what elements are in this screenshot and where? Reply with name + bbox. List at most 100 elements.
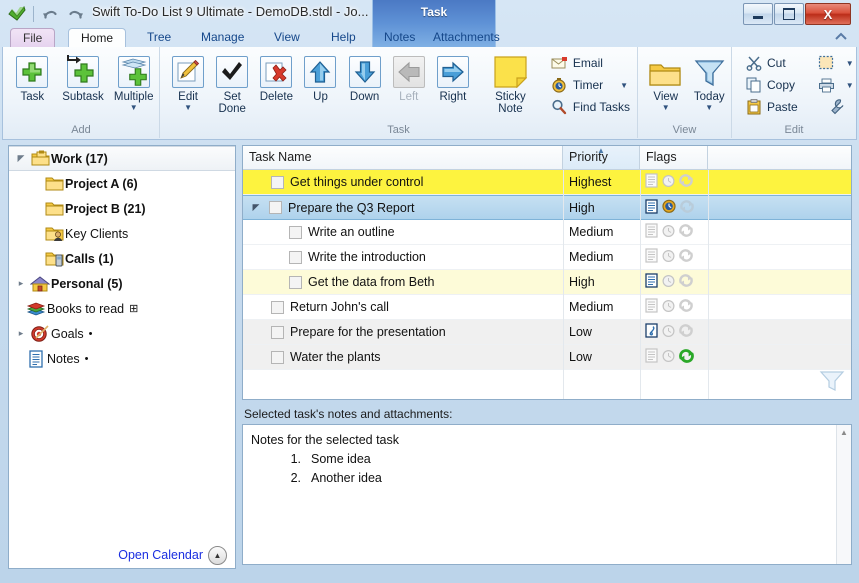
task-checkbox[interactable] [271, 300, 284, 314]
expander-expanded-icon[interactable]: ◤ [13, 153, 29, 164]
paste-button[interactable]: Paste [742, 97, 801, 117]
table-row[interactable]: Get the data from Beth High [243, 270, 851, 295]
table-row[interactable]: Prepare for the presentation Low [243, 320, 851, 345]
recurrence-flag-icon[interactable] [678, 223, 694, 241]
task-name-cell[interactable]: Water the plants [243, 345, 563, 369]
table-row[interactable]: Water the plants Low [243, 345, 851, 370]
note-flag-icon[interactable] [644, 173, 659, 191]
chevron-down-icon[interactable]: ▼ [705, 104, 713, 112]
recurrence-flag-icon[interactable] [678, 273, 694, 291]
today-button[interactable]: Today ▼ [688, 50, 732, 112]
delete-button[interactable]: Delete [254, 50, 298, 103]
open-calendar-link[interactable]: Open Calendar [118, 548, 203, 562]
attachment-flag-icon[interactable] [644, 323, 659, 341]
note-flag-icon[interactable] [644, 273, 659, 291]
recurrence-flag-icon[interactable] [678, 348, 695, 367]
find-tasks-button[interactable]: Find Tasks [548, 97, 633, 117]
tab-home[interactable]: Home [68, 28, 127, 49]
alarm-flag-icon[interactable] [661, 173, 676, 191]
table-row[interactable]: Write the introduction Medium [243, 245, 851, 270]
note-flag-icon[interactable] [644, 298, 659, 316]
column-header-priority[interactable]: ▲ Priority [563, 146, 640, 169]
undo-icon[interactable] [39, 4, 61, 25]
recurrence-flag-icon[interactable] [679, 199, 695, 217]
note-flag-icon[interactable] [644, 198, 659, 217]
note-flag-icon[interactable] [644, 223, 659, 241]
close-button[interactable]: X [805, 3, 851, 25]
alarm-flag-icon[interactable] [661, 323, 676, 341]
table-row[interactable]: Return John's call Medium [243, 295, 851, 320]
tree-item-goals[interactable]: ▸ Goals • [9, 321, 235, 346]
open-calendar-control[interactable]: Open Calendar ▲ [118, 545, 227, 565]
sticky-note-button[interactable]: Sticky Note [485, 50, 536, 115]
chevron-down-icon[interactable]: ▼ [620, 81, 628, 90]
tree-item-calls[interactable]: Calls (1) [9, 246, 235, 271]
task-name-cell[interactable]: Write the introduction [243, 245, 563, 269]
timer-button[interactable]: Timer ▼ [548, 75, 633, 95]
view-button[interactable]: View ▼ [644, 50, 688, 112]
note-flag-icon[interactable] [644, 248, 659, 266]
tab-help[interactable]: Help [319, 28, 368, 47]
task-checkbox[interactable] [269, 201, 282, 214]
copy-button[interactable]: Copy [742, 75, 801, 95]
chevron-down-icon[interactable]: ▼ [846, 81, 854, 90]
chevron-down-icon[interactable]: ▼ [662, 104, 670, 112]
task-checkbox[interactable] [289, 275, 302, 289]
move-right-button[interactable]: Right [431, 50, 475, 103]
filter-funnel-icon[interactable] [819, 369, 845, 393]
options-button[interactable] [815, 97, 857, 117]
chevron-down-icon[interactable]: ▼ [130, 104, 138, 112]
tree-item-key-clients[interactable]: Key Clients [9, 221, 235, 246]
alarm-flag-icon[interactable] [661, 248, 676, 266]
tab-file[interactable]: File [10, 28, 56, 48]
tree-item-project-b[interactable]: Project B (21) [9, 196, 235, 221]
print-button[interactable]: ▼ [815, 75, 857, 95]
column-header-flags[interactable]: Flags [640, 146, 708, 169]
minimize-button[interactable] [743, 3, 773, 25]
notes-content[interactable]: Notes for the selected task 1. Some idea… [251, 431, 826, 488]
notes-panel[interactable]: Notes for the selected task 1. Some idea… [242, 424, 852, 565]
tab-tree[interactable]: Tree [135, 28, 183, 47]
tab-attachments[interactable]: Attachments [421, 28, 512, 47]
green-check-logo-icon[interactable] [6, 4, 28, 25]
chevron-down-icon[interactable]: ▼ [846, 59, 854, 68]
chevron-down-icon[interactable]: ▼ [184, 104, 192, 112]
task-name-cell[interactable]: Get the data from Beth [243, 270, 563, 294]
recurrence-flag-icon[interactable] [678, 323, 694, 341]
expander-expanded-icon[interactable]: ◤ [249, 202, 263, 213]
notes-scrollbar[interactable]: ▲ [836, 425, 851, 564]
task-name-cell[interactable]: Write an outline [243, 220, 563, 244]
table-row[interactable]: ◤ Prepare the Q3 Report High [243, 195, 851, 220]
task-name-cell[interactable]: Return John's call [243, 295, 563, 319]
task-checkbox[interactable] [289, 250, 302, 264]
ribbon-minimize-icon[interactable] [833, 29, 849, 45]
task-name-cell[interactable]: Get things under control [243, 170, 563, 194]
tab-manage[interactable]: Manage [189, 28, 256, 47]
task-name-cell[interactable]: ◤ Prepare the Q3 Report [243, 196, 563, 219]
task-name-cell[interactable]: Prepare for the presentation [243, 320, 563, 344]
table-row[interactable]: Get things under control Highest [243, 170, 851, 195]
alarm-flag-icon[interactable] [661, 198, 677, 217]
column-header-task-name[interactable]: Task Name [243, 146, 563, 169]
recurrence-flag-icon[interactable] [678, 298, 694, 316]
edit-button[interactable]: Edit ▼ [166, 50, 210, 112]
tree-item-books-to-read[interactable]: Books to read ⊞ [9, 296, 235, 321]
email-button[interactable]: Email [548, 53, 633, 73]
folder-tree[interactable]: ◤ Work (17) Project A (6) Project B (21)… [9, 146, 235, 544]
expander-collapsed-icon[interactable]: ▸ [13, 328, 29, 339]
task-checkbox[interactable] [271, 175, 284, 189]
add-multiple-button[interactable]: Multiple ▼ [108, 50, 159, 112]
cut-button[interactable]: Cut [742, 53, 801, 73]
tab-notes[interactable]: Notes [372, 28, 427, 47]
maximize-button[interactable] [774, 3, 804, 25]
chevron-up-circle-icon[interactable]: ▲ [208, 545, 227, 565]
table-row[interactable]: Write an outline Medium [243, 220, 851, 245]
alarm-flag-icon[interactable] [661, 348, 676, 366]
task-checkbox[interactable] [271, 325, 284, 339]
select-all-button[interactable]: ▼ [815, 53, 857, 73]
set-done-button[interactable]: Set Done [210, 50, 254, 115]
add-subtask-button[interactable]: Subtask [58, 50, 109, 103]
tree-item-work[interactable]: ◤ Work (17) [9, 146, 235, 171]
alarm-flag-icon[interactable] [661, 298, 676, 316]
tree-item-notes[interactable]: Notes • [9, 346, 235, 371]
